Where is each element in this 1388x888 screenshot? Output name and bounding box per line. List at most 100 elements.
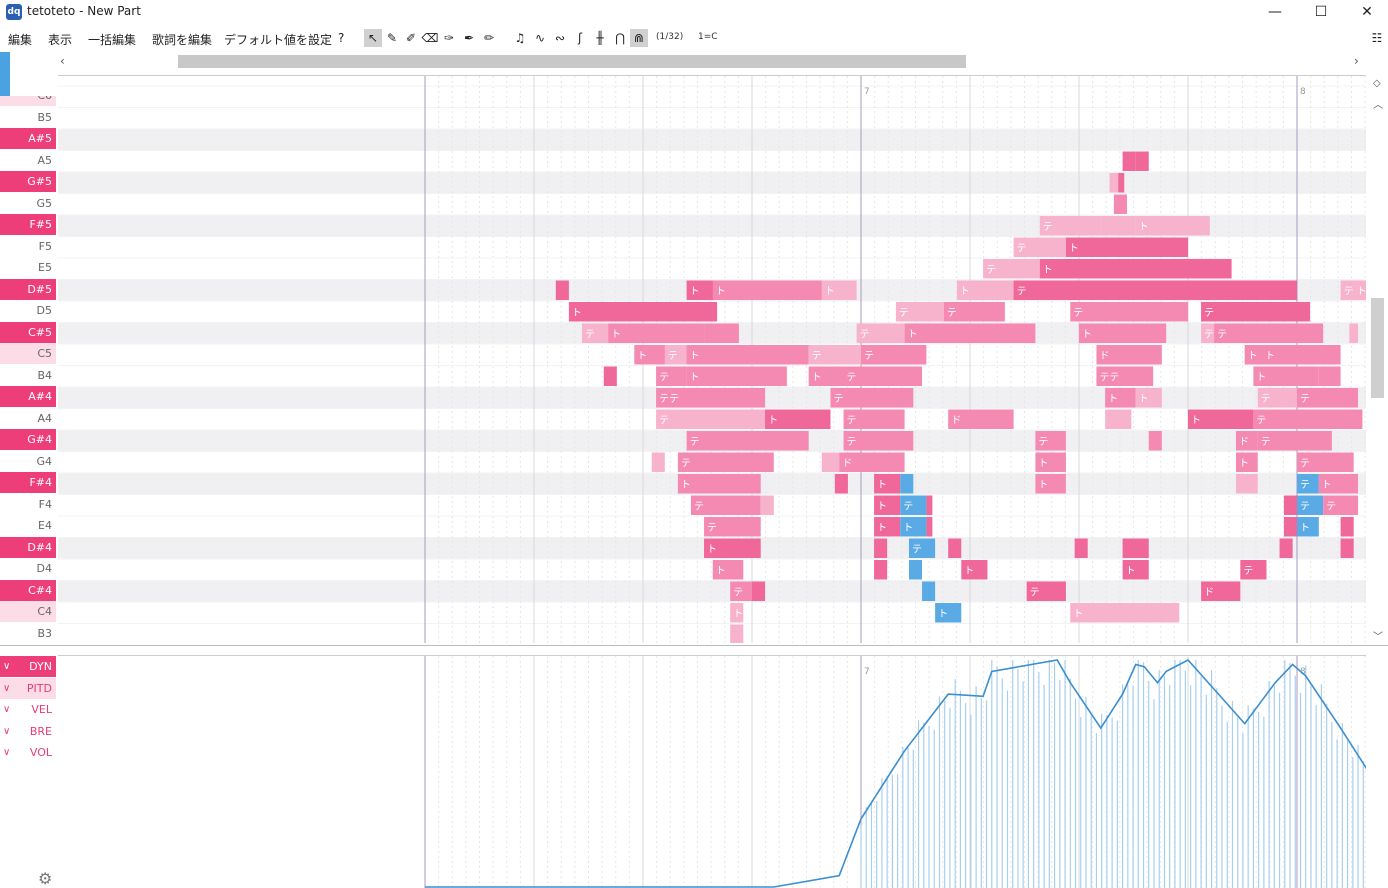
note[interactable]: テ — [861, 345, 927, 365]
brush-tool-icon[interactable]: ✏ — [480, 29, 498, 47]
note-block[interactable] — [1070, 302, 1188, 322]
note-block[interactable] — [1105, 409, 1132, 430]
note[interactable]: テ — [1070, 302, 1188, 322]
scroll-down-icon[interactable]: ﹀ — [1373, 628, 1383, 643]
note[interactable]: ト — [1070, 603, 1180, 623]
note[interactable]: ト — [874, 474, 901, 494]
note[interactable]: テ — [677, 452, 774, 473]
note-block[interactable] — [874, 538, 888, 559]
note-block[interactable] — [926, 517, 933, 537]
key-value[interactable]: 1=C — [698, 32, 718, 42]
gear-icon[interactable]: ⚙ — [38, 869, 52, 888]
note-block[interactable] — [1318, 366, 1341, 387]
note[interactable]: テ — [656, 409, 774, 430]
piano-key-asharp5[interactable]: A#5 — [0, 128, 56, 149]
menu-help[interactable]: ? — [338, 31, 344, 45]
piano-key-d4[interactable]: D4 — [0, 558, 56, 579]
note[interactable]: テ — [1253, 409, 1363, 430]
note[interactable]: テ — [943, 302, 1005, 322]
note[interactable]: ト — [821, 280, 857, 301]
note-block[interactable] — [730, 624, 744, 644]
note[interactable] — [1118, 173, 1125, 193]
note[interactable]: ト — [1135, 216, 1210, 236]
note[interactable]: ト — [1039, 259, 1232, 279]
pencil-tool-icon[interactable]: ✎ — [383, 29, 401, 47]
note[interactable] — [1122, 151, 1136, 172]
note-block[interactable] — [712, 280, 822, 301]
automation-lane-vol[interactable]: ∨ VOL — [0, 742, 56, 763]
note[interactable]: ト — [730, 603, 744, 623]
automation-lane-dyn[interactable]: ∨ DYN — [0, 656, 56, 677]
note[interactable] — [1148, 431, 1162, 451]
note[interactable]: ト — [1035, 452, 1066, 473]
note[interactable]: テ — [686, 431, 809, 451]
note[interactable]: ト — [1079, 323, 1167, 344]
note-block[interactable] — [686, 366, 787, 387]
note[interactable]: ト — [935, 603, 962, 623]
snap-icon[interactable]: ⋒ — [630, 29, 648, 47]
note[interactable] — [1340, 538, 1354, 559]
chevron-down-icon[interactable]: ∨ — [3, 742, 10, 763]
eraser-tool-icon[interactable]: ⌫ — [421, 29, 439, 47]
piano-key-f5[interactable]: F5 — [0, 235, 56, 257]
note[interactable]: ト — [874, 495, 901, 516]
note[interactable]: テ — [1297, 452, 1354, 473]
pane-divider[interactable] — [0, 645, 1388, 646]
waveform-icon[interactable]: ╫ — [591, 29, 609, 47]
piano-key-g4[interactable]: G4 — [0, 450, 56, 472]
menu-edit-lyrics[interactable]: 歌詞を編集 — [152, 31, 212, 48]
note[interactable]: テ — [1013, 280, 1297, 301]
note[interactable]: テ — [656, 366, 687, 387]
note[interactable]: ト — [765, 409, 831, 430]
note[interactable] — [1279, 538, 1293, 559]
note[interactable]: テ — [1026, 581, 1066, 602]
note[interactable] — [1349, 323, 1359, 344]
note[interactable]: テ — [1257, 431, 1332, 451]
note-block[interactable] — [900, 474, 914, 494]
note[interactable]: テ — [1240, 560, 1267, 580]
horizontal-scroll-thumb[interactable] — [178, 55, 966, 68]
note[interactable]: ト — [1135, 388, 1162, 408]
note[interactable]: ト — [904, 323, 1036, 344]
note[interactable]: ト — [568, 302, 718, 322]
chevron-down-icon[interactable]: ∨ — [3, 699, 10, 720]
note[interactable]: ト — [900, 517, 927, 537]
chevron-down-icon[interactable]: ∨ — [3, 656, 10, 677]
piano-key-gsharp5[interactable]: G#5 — [0, 171, 56, 192]
note[interactable]: ド — [1201, 581, 1241, 602]
pen-minus-tool-icon[interactable]: ✒ — [460, 29, 478, 47]
piano-key-d5[interactable]: D5 — [0, 300, 56, 321]
note[interactable]: テテ — [656, 388, 766, 408]
note[interactable] — [1113, 194, 1127, 215]
menu-batch-edit[interactable]: 一括編集 — [88, 31, 136, 48]
note-block[interactable] — [904, 323, 1036, 344]
note[interactable]: ト — [961, 560, 988, 580]
note[interactable]: テ — [808, 345, 861, 365]
note-block[interactable] — [760, 495, 774, 516]
note[interactable]: ト — [704, 538, 761, 559]
note-block[interactable] — [1074, 538, 1088, 559]
note[interactable] — [926, 495, 933, 516]
piano-key-fsharp5[interactable]: F#5 — [0, 214, 56, 235]
note-block[interactable] — [1122, 538, 1149, 559]
vscroll-diamond-icon[interactable]: ◇ — [1373, 78, 1381, 89]
piano-key-b5[interactable]: B5 — [0, 106, 56, 128]
close-button[interactable]: ✕ — [1344, 0, 1388, 26]
piano-key-g5[interactable]: G5 — [0, 192, 56, 214]
note-block[interactable] — [1065, 237, 1188, 258]
note[interactable]: ド — [948, 409, 1014, 430]
note[interactable]: ト — [1235, 452, 1258, 473]
note-block[interactable] — [821, 452, 840, 473]
note[interactable] — [821, 452, 840, 473]
note[interactable] — [555, 280, 569, 301]
note[interactable]: ト — [1262, 345, 1341, 365]
note-block[interactable] — [568, 302, 718, 322]
note[interactable]: ト — [712, 560, 744, 580]
chevron-down-icon[interactable]: ∨ — [3, 721, 10, 742]
note-block[interactable] — [908, 560, 923, 580]
note[interactable] — [908, 560, 923, 580]
note-block[interactable] — [656, 409, 774, 430]
note-block[interactable] — [1349, 323, 1359, 344]
note[interactable]: テ — [843, 431, 914, 451]
note[interactable]: テ — [704, 517, 761, 537]
